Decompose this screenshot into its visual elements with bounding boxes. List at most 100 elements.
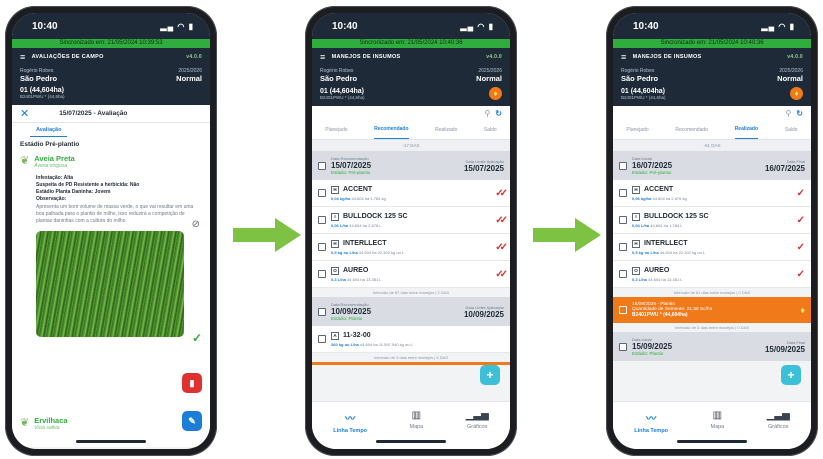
plus-icon: + (486, 368, 494, 382)
nav-graficos[interactable]: ▁▃▅ Gráficos (466, 410, 489, 449)
search-icon[interactable]: ⚲ (484, 109, 490, 118)
date-card[interactable]: Data Inicial 15/09/2025 Estádio: Plantio… (613, 332, 811, 361)
checkbox[interactable] (318, 161, 326, 170)
farm-status: Normal (476, 74, 502, 83)
map-icon: ▥ (712, 410, 723, 421)
checkbox[interactable] (619, 216, 627, 224)
nav-label: Linha Tempo (634, 428, 669, 434)
checkbox[interactable] (619, 270, 627, 278)
date-card[interactable]: Data Recomendação 15/07/2025 Estádio: Pr… (312, 151, 510, 180)
checkbox[interactable] (318, 243, 326, 251)
farm-name: São Pedro (20, 74, 58, 83)
product-type-badge: H (632, 239, 640, 248)
tool-row: ⚲ ↻ (613, 106, 811, 120)
dose-rate: 0,5 kg ou L/ha (632, 249, 659, 255)
product-name: BULLDOCK 125 SC (343, 213, 408, 220)
app-title: MANEJOS DE INSUMOS (632, 54, 702, 60)
product-row[interactable]: H INTERLLECT 0,5 kg ou L/ha 44,604 ha 22,… (312, 234, 510, 261)
nav-mapa[interactable]: ▥ Mapa (710, 410, 724, 449)
date-end-value: 15/09/2025 (764, 344, 805, 354)
product-type-badge: O (632, 266, 640, 275)
date-card[interactable]: Data Inicial 16/07/2025 Estádio: Pré-pla… (613, 151, 811, 180)
add-button[interactable]: + (480, 365, 500, 385)
add-button[interactable]: + (781, 365, 801, 385)
weed-stage: Estádio Planta Daninha: Jovem (36, 189, 111, 195)
plant-entry[interactable]: ❦ Ervilhaca Vicia sativa (20, 416, 68, 431)
plant-entry[interactable]: ❦ Aveia Preta Avena strigosa (20, 154, 202, 169)
tab-avaliacao[interactable]: Avaliação (30, 124, 68, 137)
checkbox[interactable] (619, 306, 627, 314)
product-name: ACCENT (343, 186, 373, 193)
tab-recomendado[interactable]: Recomendado (374, 120, 409, 139)
product-name: BULLDOCK 125 SC (644, 213, 709, 220)
checkbox[interactable] (318, 307, 326, 316)
tab-realizado[interactable]: Realizado (435, 121, 457, 139)
check-icon: ✓ (796, 241, 805, 253)
field-area-sub: B2401PWU * (44,6ha) (621, 94, 666, 100)
tab-saldo[interactable]: Saldo (484, 121, 497, 139)
checkbox[interactable] (318, 189, 326, 197)
nav-label: Gráficos (767, 424, 789, 430)
product-row[interactable]: I BULLDOCK 125 SC 0,04 L/ha 44,604 ha 1,7… (613, 207, 811, 234)
modal-title: 15/07/2025 - Avaliação (59, 110, 128, 117)
checkbox[interactable] (619, 243, 627, 251)
menu-icon[interactable]: ≡ (621, 53, 627, 62)
checkbox[interactable] (318, 335, 326, 343)
comparison-stage: 10:40 ▂▄ ◠ ▮ Sincronizado em: 21/05/2024… (0, 0, 823, 459)
nav-label: Mapa (710, 424, 725, 430)
tab-planejado[interactable]: Planejado (325, 121, 347, 139)
plant-name: Aveia Preta (34, 154, 75, 163)
product-row[interactable]: H ACCENT 0,04 kg/ha 44,604 ha 1,784 kg ✓✓ (312, 180, 510, 207)
product-type-badge: O (331, 266, 339, 275)
nav-graficos[interactable]: ▁▃▅ Gráficos (767, 410, 790, 449)
checkbox[interactable] (619, 342, 627, 351)
observation-text: Apresenta um bom volume de massa verde, … (36, 204, 194, 224)
nav-mapa[interactable]: ▥ Mapa (409, 410, 423, 449)
bar-chart-icon: ▁▃▅ (465, 410, 489, 421)
check-icon: ✓ (796, 268, 805, 280)
product-name: ACCENT (644, 186, 674, 193)
checkbox[interactable] (318, 270, 326, 278)
tab-bar: Planejado Recomendado Realizado Saldo (613, 120, 811, 140)
tab-saldo[interactable]: Saldo (785, 121, 798, 139)
planting-card[interactable]: 15/09/2025 - Plantio Quantidade de Semen… (613, 297, 811, 323)
product-row[interactable]: H INTERLLECT 0,5 kg ou L/ha 44,604 ha 22,… (613, 234, 811, 261)
plant-icon: ❦ (20, 417, 30, 429)
product-row[interactable]: O AUREO 0,3 L/ha 44,604 ha 13,381 L ✓✓ (312, 261, 510, 288)
checkbox[interactable] (318, 216, 326, 224)
tab-planejado[interactable]: Planejado (626, 121, 648, 139)
checkbox[interactable] (619, 189, 627, 197)
tab-recomendado[interactable]: Recomendado (675, 121, 708, 139)
interval-note: Intervalo de 3 dias entre manejos | 5 DA… (312, 353, 510, 362)
farm-name: São Pedro (320, 74, 358, 83)
field-photo[interactable] (36, 231, 184, 337)
refresh-icon[interactable]: ↻ (796, 109, 803, 118)
tab-realizado[interactable]: Realizado (734, 120, 759, 139)
screen-realized: 10:40 ▂▄ ◠ ▮ Sincronizado em: 21/05/2024… (613, 13, 811, 449)
product-row[interactable]: A 11-32-00 260 kg ou L/ha 44,604 ha 11.59… (312, 326, 510, 353)
delete-button[interactable]: ▮ (182, 373, 202, 393)
close-icon[interactable]: ✕ (20, 107, 29, 120)
nav-linha-tempo[interactable]: 〰 Linha Tempo (333, 410, 367, 449)
product-row[interactable]: I BULLDOCK 125 SC 0,06 L/ha 44,604 ha 2,6… (312, 207, 510, 234)
phone-frame-evaluation: 10:40 ▂▄ ◠ ▮ Sincronizado em: 21/05/2024… (5, 6, 217, 456)
resistance-suspicion: Suspeita de PD Resistente a herbicida: N… (36, 182, 140, 188)
status-bar: 10:40 ▂▄ ◠ ▮ (613, 13, 811, 39)
product-row[interactable]: H ACCENT 0,06 kg/ha 44,604 ha 2,676 kg ✓ (613, 180, 811, 207)
menu-icon[interactable]: ≡ (20, 53, 26, 62)
check-icon: ✓ (191, 331, 202, 345)
refresh-icon[interactable]: ↻ (495, 109, 502, 118)
nav-linha-tempo[interactable]: 〰 Linha Tempo (634, 410, 668, 449)
product-row[interactable]: O AUREO 0,3 L/ha 44,604 ha 13,381 L ✓ (613, 261, 811, 288)
app-version: v4.0.0 (486, 54, 502, 60)
app-version: v4.0.0 (186, 54, 202, 60)
menu-icon[interactable]: ≡ (320, 53, 326, 62)
timeline-icon: 〰 (646, 414, 657, 425)
search-icon[interactable]: ⚲ (785, 109, 791, 118)
trash-icon: ▮ (189, 377, 195, 388)
edit-button[interactable]: ✎ (182, 411, 202, 431)
date-card[interactable]: Data Recomendação 10/09/2025 Estádio: Pl… (312, 297, 510, 326)
field-area: 01 (44,604ha) (320, 87, 364, 95)
checkbox[interactable] (619, 161, 627, 170)
app-title: AVALIAÇÕES DE CAMPO (31, 54, 104, 60)
